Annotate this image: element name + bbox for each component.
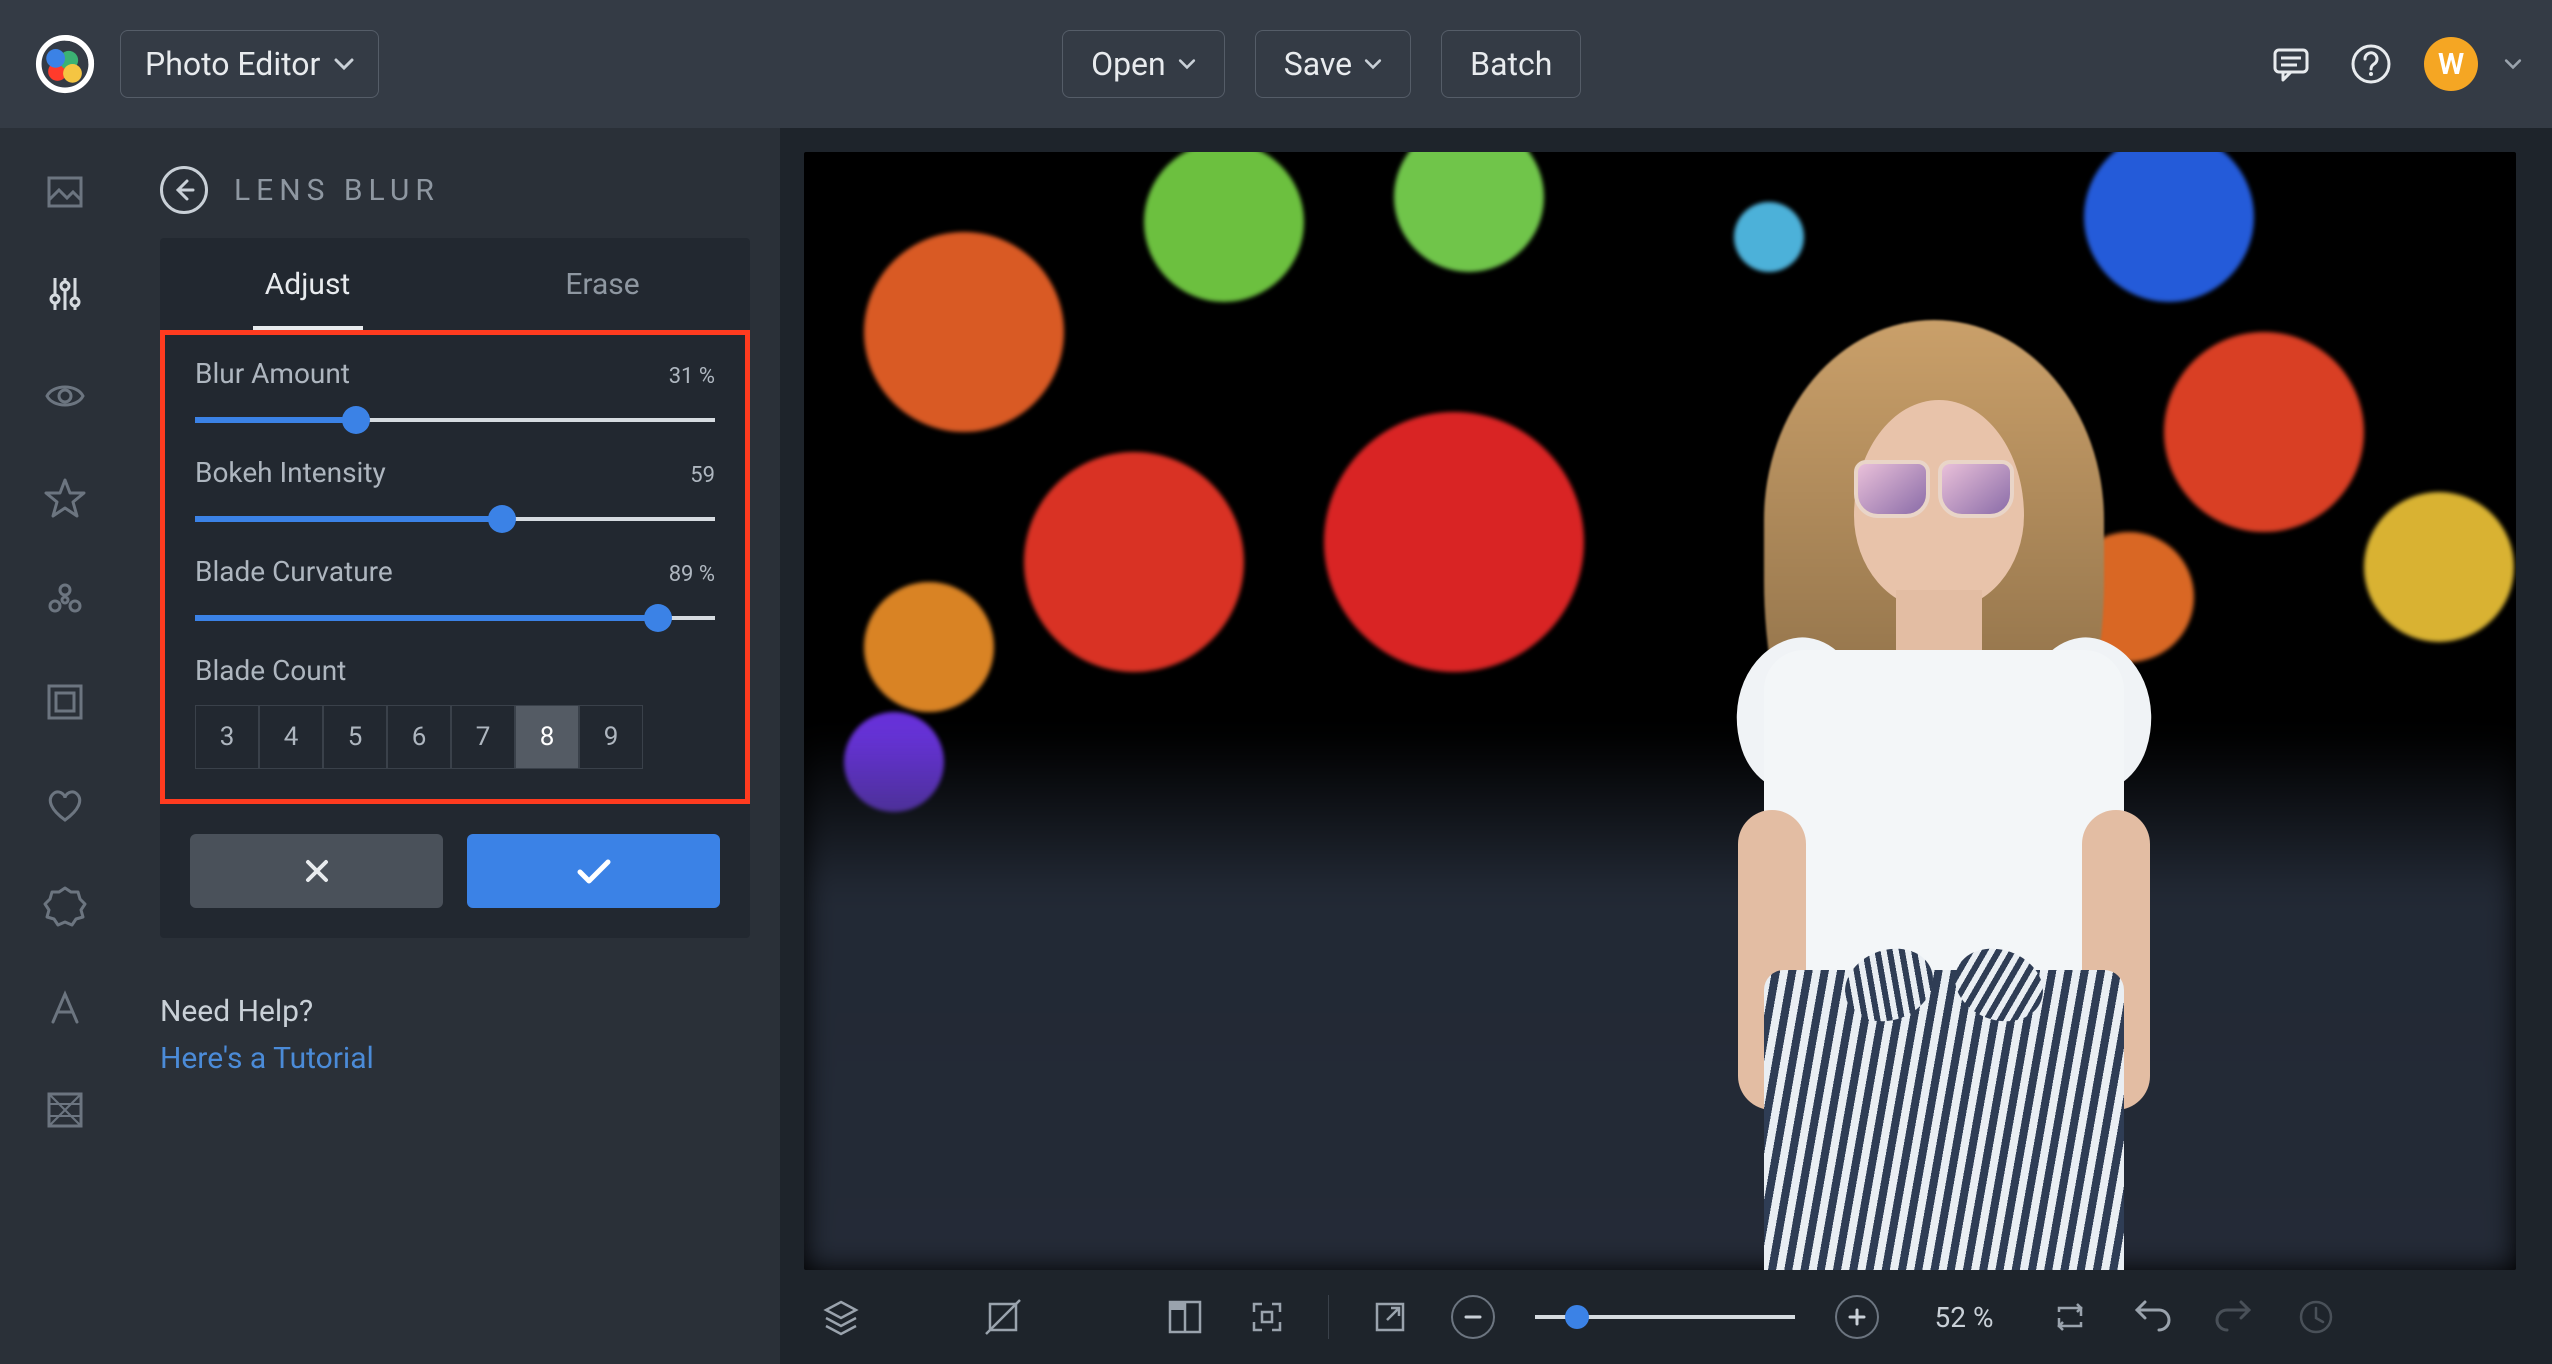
bokeh-intensity-label: Bokeh Intensity [195, 456, 386, 489]
blade-option-9[interactable]: 9 [579, 705, 643, 769]
subject-figure [1694, 290, 2174, 1270]
blur-amount-label: Blur Amount [195, 357, 350, 390]
avatar-initial: W [2438, 47, 2464, 82]
chevron-down-icon[interactable] [2504, 58, 2522, 70]
blade-curvature-control: Blade Curvature 89 % [195, 555, 715, 628]
image-canvas[interactable] [804, 152, 2516, 1270]
undo-icon[interactable] [2131, 1296, 2173, 1338]
help-section: Need Help? Here's a Tutorial [160, 994, 750, 1076]
plus-icon [1847, 1307, 1867, 1327]
chevron-down-icon [1178, 58, 1196, 70]
blade-option-4[interactable]: 4 [259, 705, 323, 769]
text-tool-icon[interactable] [41, 984, 89, 1032]
heart-tool-icon[interactable] [41, 780, 89, 828]
app-mode-selector[interactable]: Photo Editor [120, 30, 379, 98]
adjust-card: Adjust Erase Blur Amount 31 % Bokeh Inte… [160, 238, 750, 938]
app-logo [30, 29, 100, 99]
star-tool-icon[interactable] [41, 474, 89, 522]
blade-option-8[interactable]: 8 [515, 705, 579, 769]
panel-title: LENS BLUR [234, 173, 440, 208]
popout-icon[interactable] [1369, 1296, 1411, 1338]
blade-curvature-slider[interactable] [195, 608, 715, 628]
zoom-out-button[interactable] [1451, 1295, 1495, 1339]
topbar-center-group: Open Save Batch [399, 30, 2244, 98]
tab-adjust-label: Adjust [265, 267, 351, 302]
blur-amount-value: 31 % [669, 364, 715, 389]
cancel-button[interactable] [190, 834, 443, 908]
batch-label: Batch [1470, 45, 1552, 83]
help-title: Need Help? [160, 994, 750, 1029]
blade-option-5[interactable]: 5 [323, 705, 387, 769]
badge-tool-icon[interactable] [41, 882, 89, 930]
chevron-down-icon [334, 57, 354, 71]
zoom-in-button[interactable] [1835, 1295, 1879, 1339]
blur-amount-slider[interactable] [195, 410, 715, 430]
open-label: Open [1091, 45, 1166, 83]
apply-button[interactable] [467, 834, 720, 908]
tab-erase-label: Erase [565, 267, 639, 302]
save-button[interactable]: Save [1255, 30, 1411, 98]
app-mode-label: Photo Editor [145, 45, 320, 83]
eye-tool-icon[interactable] [41, 372, 89, 420]
redo-icon[interactable] [2213, 1296, 2255, 1338]
close-icon [302, 856, 332, 886]
texture-tool-icon[interactable] [41, 1086, 89, 1134]
bokeh-intensity-control: Bokeh Intensity 59 [195, 456, 715, 529]
user-avatar[interactable]: W [2424, 37, 2478, 91]
settings-panel: LENS BLUR Adjust Erase Blur Amount 31 % [130, 128, 780, 1364]
crop-icon[interactable] [982, 1296, 1024, 1338]
tab-adjust[interactable]: Adjust [160, 238, 455, 330]
bokeh-intensity-value: 59 [690, 463, 715, 488]
frame-tool-icon[interactable] [41, 678, 89, 726]
panel-tabs: Adjust Erase [160, 238, 750, 330]
bottom-toolbar: 52 % [780, 1270, 2552, 1364]
feedback-icon[interactable] [2264, 37, 2318, 91]
tab-erase[interactable]: Erase [455, 238, 750, 330]
controls-group-highlighted: Blur Amount 31 % Bokeh Intensity 59 [160, 330, 750, 804]
loop-icon[interactable] [2049, 1296, 2091, 1338]
check-icon [576, 856, 612, 886]
blade-curvature-value: 89 % [669, 562, 715, 587]
image-tool-icon[interactable] [41, 168, 89, 216]
blade-curvature-label: Blade Curvature [195, 555, 393, 588]
tutorial-link[interactable]: Here's a Tutorial [160, 1041, 750, 1076]
blur-amount-control: Blur Amount 31 % [195, 357, 715, 430]
blade-option-7[interactable]: 7 [451, 705, 515, 769]
open-button[interactable]: Open [1062, 30, 1225, 98]
zoom-slider[interactable] [1535, 1307, 1795, 1327]
help-icon[interactable] [2344, 37, 2398, 91]
fullscreen-icon[interactable] [1246, 1296, 1288, 1338]
topbar-right-group: W [2264, 37, 2522, 91]
layers-icon[interactable] [820, 1296, 862, 1338]
canvas-area: 52 % [780, 128, 2552, 1364]
zoom-level-text: 52 % [1919, 1301, 2009, 1334]
blade-option-6[interactable]: 6 [387, 705, 451, 769]
minus-icon [1463, 1307, 1483, 1327]
blade-count-label: Blade Count [195, 654, 715, 687]
tool-rail [0, 128, 130, 1364]
history-icon[interactable] [2295, 1296, 2337, 1338]
blade-option-3[interactable]: 3 [195, 705, 259, 769]
back-button[interactable] [160, 166, 208, 214]
chevron-down-icon [1364, 58, 1382, 70]
batch-button[interactable]: Batch [1441, 30, 1581, 98]
save-label: Save [1284, 45, 1352, 83]
adjust-tool-icon[interactable] [41, 270, 89, 318]
compare-split-icon[interactable] [1164, 1296, 1206, 1338]
blade-count-selector: 3 4 5 6 7 8 9 [195, 705, 715, 769]
top-toolbar: Photo Editor Open Save Batch W [0, 0, 2552, 128]
effects-tool-icon[interactable] [41, 576, 89, 624]
bokeh-intensity-slider[interactable] [195, 509, 715, 529]
